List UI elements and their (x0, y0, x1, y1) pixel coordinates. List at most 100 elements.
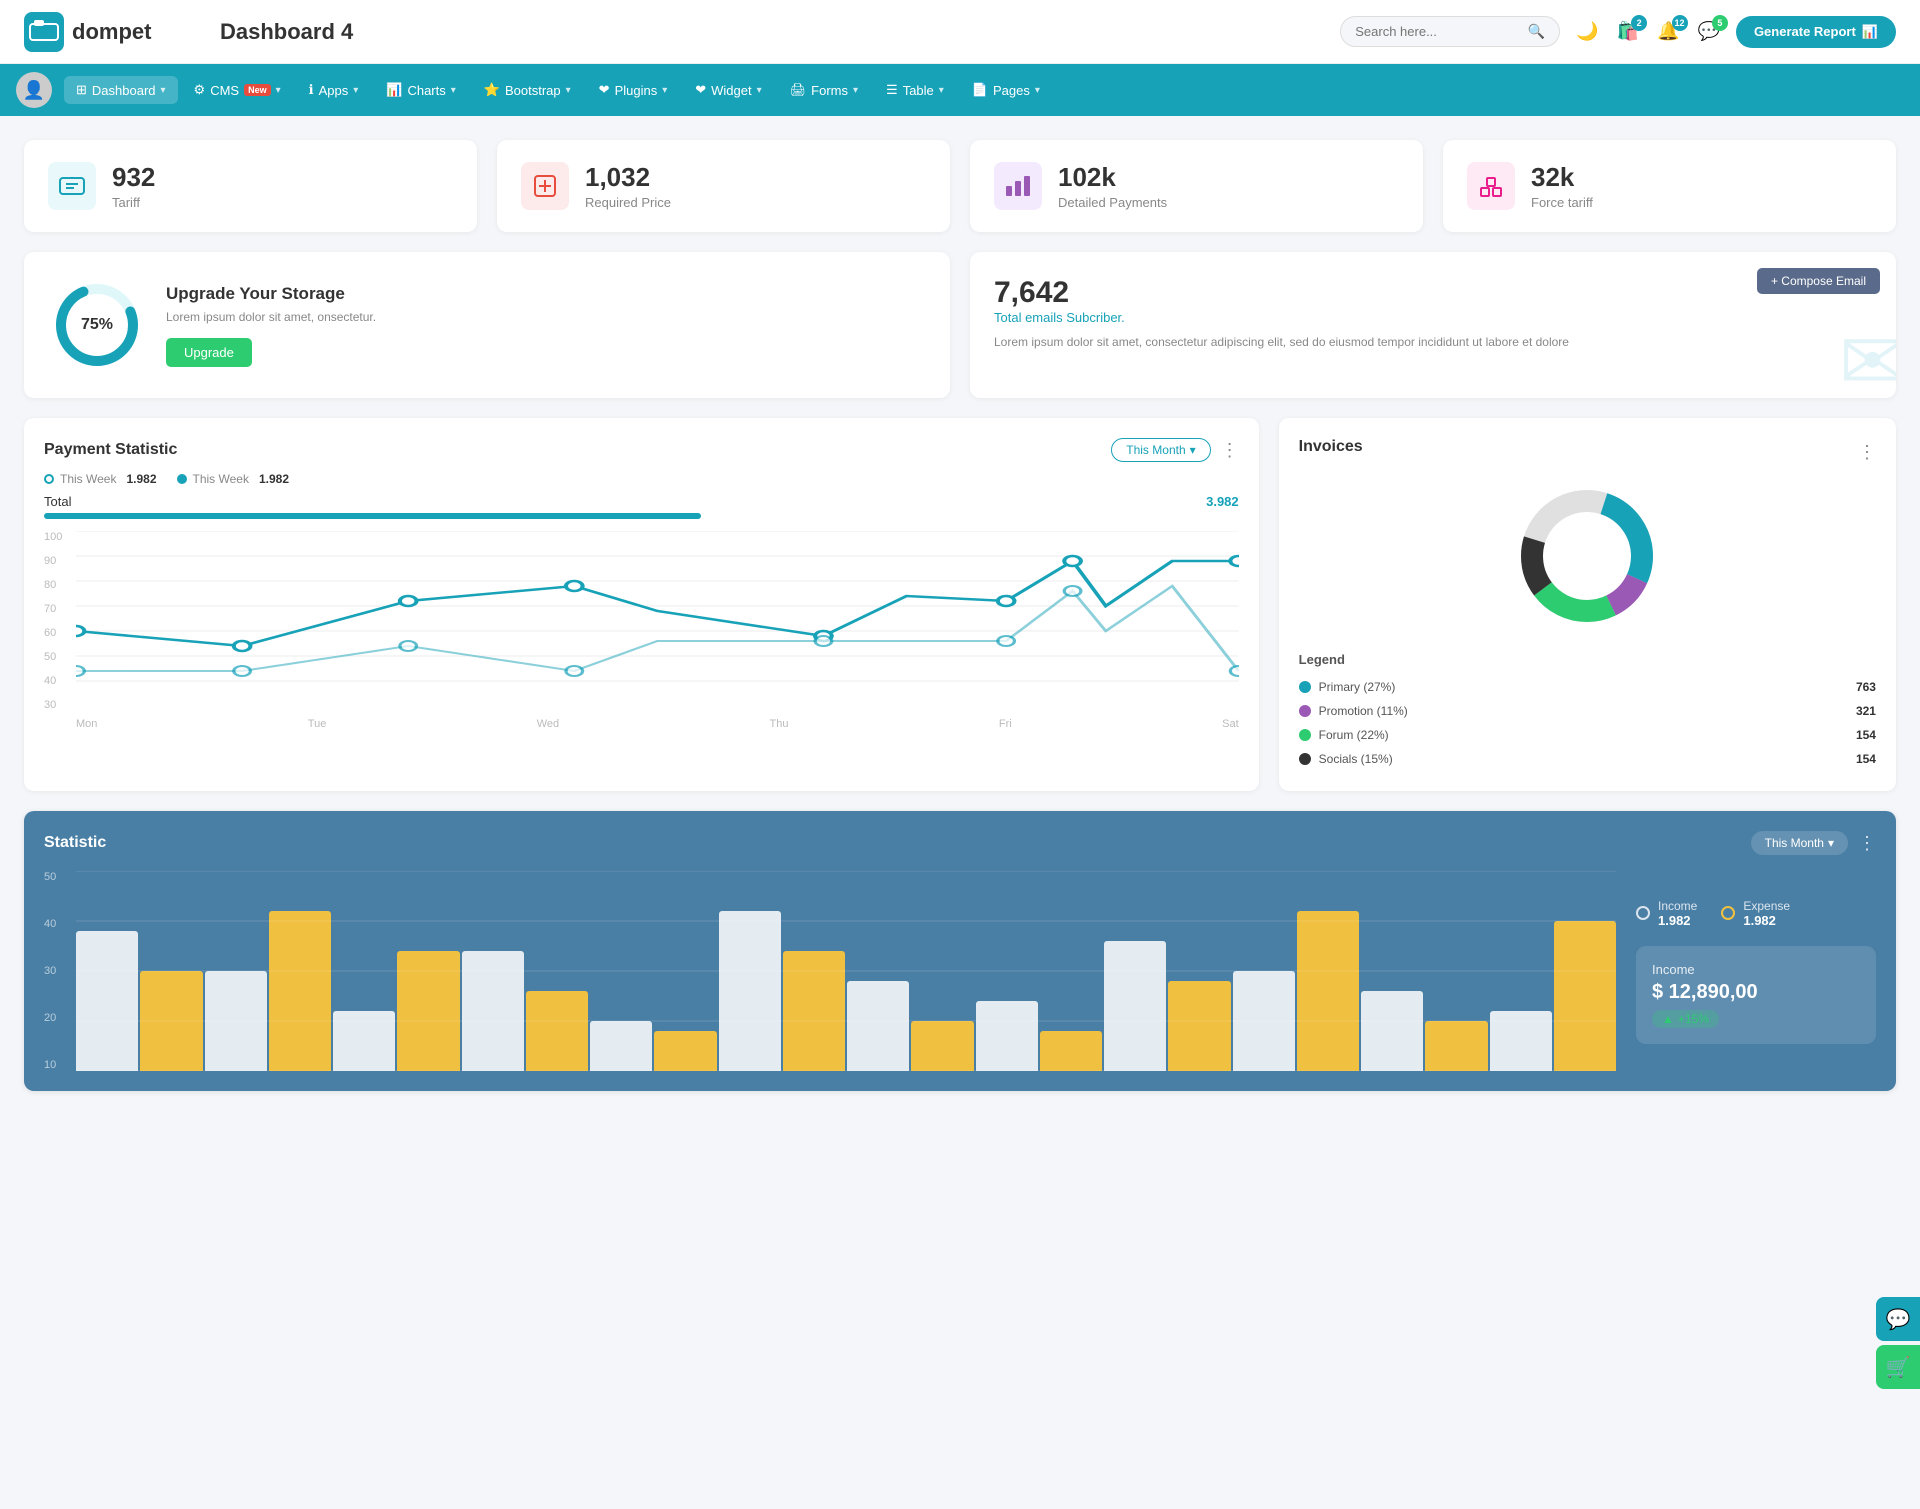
storage-percentage: 75% (81, 316, 113, 334)
chevron-icon: ▾ (662, 85, 667, 96)
nav-item-cms[interactable]: ⚙ CMS New ▾ (182, 76, 293, 104)
expense-value: 1.982 (1743, 913, 1790, 928)
income-detail-panel: Income $ 12,890,00 ▲ +15% (1636, 946, 1876, 1044)
nav-item-widget[interactable]: ❤ Widget ▾ (683, 76, 773, 104)
apps-icon: ℹ (309, 82, 314, 98)
nav-item-forms[interactable]: 🖨 Forms ▾ (778, 76, 870, 104)
stat-card-tariff: 932 Tariff (24, 140, 477, 232)
nav-item-dashboard[interactable]: ⊞ Dashboard ▾ (64, 76, 178, 104)
statistic-more-icon[interactable]: ⋮ (1858, 833, 1876, 854)
search-icon: 🔍 (1528, 23, 1545, 40)
legend-dot-2 (177, 474, 187, 484)
brand-name: dompet (72, 19, 151, 45)
statistic-filter-button[interactable]: This Month ▾ (1751, 831, 1848, 855)
legend-item-forum: Forum (22%) 154 (1299, 723, 1876, 747)
income-panel-label: Income (1652, 962, 1860, 977)
stat-cards-row: 932 Tariff 1,032 Required Price (24, 140, 1896, 232)
storage-description: Lorem ipsum dolor sit amet, onsectetur. (166, 310, 376, 324)
nav-item-apps[interactable]: ℹ Apps ▾ (297, 76, 371, 104)
nav-item-plugins[interactable]: ❤ Plugins ▾ (587, 76, 680, 104)
shop-cart-button[interactable]: 🛒 (1876, 1345, 1920, 1389)
email-card: + Compose Email 7,642 Total emails Subcr… (970, 252, 1896, 398)
detailed-payments-label: Detailed Payments (1058, 195, 1167, 210)
chevron-icon: ▾ (566, 85, 571, 96)
nav-item-bootstrap[interactable]: ⭐ Bootstrap ▾ (472, 76, 583, 104)
generate-report-button[interactable]: Generate Report 📊 (1736, 16, 1896, 48)
cms-icon: ⚙ (194, 82, 206, 98)
chevron-icon: ▾ (353, 85, 358, 96)
expense-legend: Expense 1.982 (1721, 899, 1790, 928)
invoices-more-icon[interactable]: ⋮ (1858, 442, 1876, 463)
upgrade-button[interactable]: Upgrade (166, 338, 252, 367)
mid-row: 75% Upgrade Your Storage Lorem ipsum dol… (24, 252, 1896, 398)
dashboard-icon: ⊞ (76, 82, 87, 98)
chevron-icon: ▾ (1035, 85, 1040, 96)
shop-btn[interactable]: 🛍️ 2 (1617, 21, 1639, 42)
email-bg-icon: ✉ (1839, 315, 1896, 398)
chevron-icon: ▾ (757, 85, 762, 96)
nav-item-pages[interactable]: 📄 Pages ▾ (960, 76, 1052, 104)
legend-item-primary: Primary (27%) 763 (1299, 675, 1876, 699)
storage-title: Upgrade Your Storage (166, 284, 376, 304)
dark-mode-btn[interactable]: 🌙 (1576, 21, 1598, 42)
chevron-down-icon: ▾ (1828, 836, 1834, 850)
float-buttons: 💬 🛒 (1876, 1297, 1920, 1389)
force-tariff-number: 32k (1531, 162, 1593, 193)
search-box[interactable]: 🔍 (1340, 16, 1560, 47)
header-icons: 🌙 🛍️ 2 🔔 12 💬 5 (1576, 21, 1720, 42)
compose-email-button[interactable]: + Compose Email (1757, 268, 1880, 294)
support-chat-button[interactable]: 💬 (1876, 1297, 1920, 1341)
chevron-icon: ▾ (451, 85, 456, 96)
detailed-payments-icon (994, 162, 1042, 210)
bar-y-labels: 5040302010 (44, 871, 56, 1071)
logo-icon (24, 12, 64, 52)
invoices-legend-list: Primary (27%) 763 Promotion (11%) 321 Fo… (1299, 675, 1876, 771)
top-header: dompet Dashboard 4 🔍 🌙 🛍️ 2 🔔 12 💬 5 Gen… (0, 0, 1920, 64)
expense-label: Expense (1743, 899, 1790, 913)
email-subtitle: Total emails Subcriber. (994, 310, 1872, 325)
payment-title: Payment Statistic (44, 441, 177, 459)
primary-dot (1299, 681, 1311, 693)
chat-badge: 5 (1712, 15, 1728, 31)
legend-item-1: This Week 1.982 (44, 472, 157, 486)
forum-dot (1299, 729, 1311, 741)
chart-row: Payment Statistic This Month ▾ ⋮ This We… (24, 418, 1896, 791)
email-description: Lorem ipsum dolor sit amet, consectetur … (994, 333, 1872, 351)
nav-item-table[interactable]: ☰ Table ▾ (874, 76, 956, 104)
statistic-bar-chart-area: 5040302010 (44, 871, 1616, 1071)
forms-icon: 🖨 (790, 82, 807, 98)
required-price-label: Required Price (585, 195, 671, 210)
bell-badge: 12 (1672, 15, 1688, 31)
nav-avatar: 👤 (16, 72, 52, 108)
income-label: Income (1658, 899, 1697, 913)
socials-dot (1299, 753, 1311, 765)
logo-area: dompet (24, 12, 184, 52)
widget-icon: ❤ (695, 82, 706, 98)
nav-bar: 👤 ⊞ Dashboard ▾ ⚙ CMS New ▾ ℹ Apps ▾ 📊 C… (0, 64, 1920, 116)
invoices-title: Invoices (1299, 438, 1363, 456)
ie-legend-row: Income 1.982 Expense 1.982 (1636, 899, 1876, 928)
more-options-icon[interactable]: ⋮ (1221, 440, 1239, 461)
invoices-legend-label: Legend (1299, 652, 1876, 667)
storage-donut: 75% (52, 280, 142, 370)
detailed-payments-number: 102k (1058, 162, 1167, 193)
chevron-icon: ▾ (853, 85, 858, 96)
stat-card-required-price: 1,032 Required Price (497, 140, 950, 232)
payment-filter-button[interactable]: This Month ▾ (1111, 438, 1210, 462)
income-expense-panel: Income 1.982 Expense 1.982 Income (1636, 871, 1876, 1071)
nav-item-charts[interactable]: 📊 Charts ▾ (374, 76, 468, 104)
legend-item-2: This Week 1.982 (177, 472, 290, 486)
force-tariff-icon (1467, 162, 1515, 210)
x-axis-labels: MonTueWedThuFriSat (44, 718, 1239, 730)
table-icon: ☰ (886, 82, 898, 98)
search-input[interactable] (1355, 24, 1520, 39)
income-circle (1636, 906, 1650, 920)
required-price-number: 1,032 (585, 162, 671, 193)
tariff-label: Tariff (112, 195, 155, 210)
bootstrap-icon: ⭐ (484, 82, 500, 98)
bar-grid (76, 871, 1616, 1071)
bell-btn[interactable]: 🔔 12 (1657, 21, 1679, 42)
invoices-card: Invoices ⋮ Legend (1279, 418, 1896, 791)
chat-btn[interactable]: 💬 5 (1698, 21, 1720, 42)
main-content: 932 Tariff 1,032 Required Price (0, 116, 1920, 1115)
